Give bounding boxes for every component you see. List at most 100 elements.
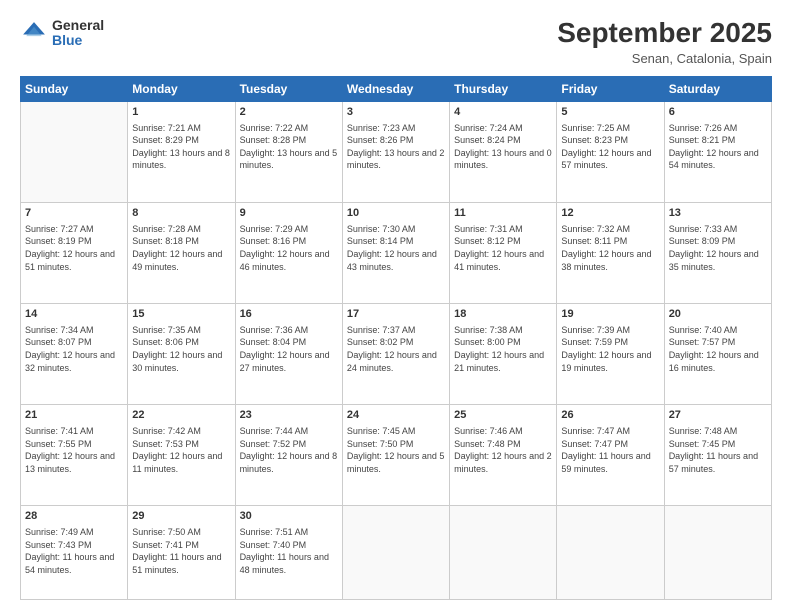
day-number: 14 — [25, 307, 123, 322]
weekday-header: Thursday — [450, 76, 557, 101]
day-detail: Sunrise: 7:35 AMSunset: 8:06 PMDaylight:… — [132, 324, 230, 374]
day-detail: Sunrise: 7:32 AMSunset: 8:11 PMDaylight:… — [561, 223, 659, 273]
calendar-cell — [21, 101, 128, 202]
day-detail: Sunrise: 7:39 AMSunset: 7:59 PMDaylight:… — [561, 324, 659, 374]
day-number: 29 — [132, 509, 230, 524]
calendar-cell: 16 Sunrise: 7:36 AMSunset: 8:04 PMDayligh… — [235, 303, 342, 404]
day-number: 4 — [454, 105, 552, 120]
calendar-cell: 28 Sunrise: 7:49 AMSunset: 7:43 PMDayligh… — [21, 506, 128, 600]
calendar-cell: 21Sunrise: 7:41 AMSunset: 7:55 PMDayligh… — [21, 405, 128, 506]
calendar-cell: 29 Sunrise: 7:50 AMSunset: 7:41 PMDayligh… — [128, 506, 235, 600]
day-number: 3 — [347, 105, 445, 120]
day-detail: Sunrise: 7:36 AMSunset: 8:04 PMDaylight:… — [240, 324, 338, 374]
weekday-header: Friday — [557, 76, 664, 101]
day-detail: Sunrise: 7:31 AMSunset: 8:12 PMDaylight:… — [454, 223, 552, 273]
calendar-week-row: 7 Sunrise: 7:27 AMSunset: 8:19 PMDaylight… — [21, 202, 772, 303]
day-number: 28 — [25, 509, 123, 524]
day-detail: Sunrise: 7:45 AMSunset: 7:50 PMDaylight:… — [347, 425, 445, 475]
day-detail: Sunrise: 7:50 AMSunset: 7:41 PMDaylight:… — [132, 526, 230, 576]
calendar-cell: 17 Sunrise: 7:37 AMSunset: 8:02 PMDayligh… — [342, 303, 449, 404]
day-number: 23 — [240, 408, 338, 423]
calendar-cell: 5 Sunrise: 7:25 AMSunset: 8:23 PMDaylight… — [557, 101, 664, 202]
day-number: 10 — [347, 206, 445, 221]
calendar-cell: 2Sunrise: 7:22 AMSunset: 8:28 PMDaylight… — [235, 101, 342, 202]
day-number: 16 — [240, 307, 338, 322]
day-number: 30 — [240, 509, 338, 524]
calendar-cell: 27 Sunrise: 7:48 AMSunset: 7:45 PMDayligh… — [664, 405, 771, 506]
weekday-header: Sunday — [21, 76, 128, 101]
subtitle: Senan, Catalonia, Spain — [557, 51, 772, 66]
day-number: 26 — [561, 408, 659, 423]
day-detail: Sunrise: 7:47 AMSunset: 7:47 PMDaylight:… — [561, 425, 659, 475]
day-number: 15 — [132, 307, 230, 322]
day-number: 24 — [347, 408, 445, 423]
day-detail: Sunrise: 7:37 AMSunset: 8:02 PMDaylight:… — [347, 324, 445, 374]
calendar-cell: 8 Sunrise: 7:28 AMSunset: 8:18 PMDaylight… — [128, 202, 235, 303]
day-number: 11 — [454, 206, 552, 221]
day-number: 2 — [240, 105, 338, 120]
day-detail: Sunrise: 7:27 AMSunset: 8:19 PMDaylight:… — [25, 223, 123, 273]
day-detail: Sunrise: 7:49 AMSunset: 7:43 PMDaylight:… — [25, 526, 123, 576]
day-number: 6 — [669, 105, 767, 120]
calendar-cell: 14 Sunrise: 7:34 AMSunset: 8:07 PMDayligh… — [21, 303, 128, 404]
calendar-cell: 7 Sunrise: 7:27 AMSunset: 8:19 PMDaylight… — [21, 202, 128, 303]
calendar-cell: 4 Sunrise: 7:24 AMSunset: 8:24 PMDaylight… — [450, 101, 557, 202]
day-number: 19 — [561, 307, 659, 322]
day-number: 25 — [454, 408, 552, 423]
calendar-cell: 24 Sunrise: 7:45 AMSunset: 7:50 PMDayligh… — [342, 405, 449, 506]
calendar-cell: 1Sunrise: 7:21 AMSunset: 8:29 PMDaylight… — [128, 101, 235, 202]
day-detail: Sunrise: 7:40 AMSunset: 7:57 PMDaylight:… — [669, 324, 767, 374]
calendar-cell: 23Sunrise: 7:44 AMSunset: 7:52 PMDayligh… — [235, 405, 342, 506]
calendar-cell: 3 Sunrise: 7:23 AMSunset: 8:26 PMDaylight… — [342, 101, 449, 202]
calendar-cell — [342, 506, 449, 600]
day-number: 18 — [454, 307, 552, 322]
calendar-cell: 15 Sunrise: 7:35 AMSunset: 8:06 PMDayligh… — [128, 303, 235, 404]
calendar-cell: 26 Sunrise: 7:47 AMSunset: 7:47 PMDayligh… — [557, 405, 664, 506]
calendar-week-row: 1Sunrise: 7:21 AMSunset: 8:29 PMDaylight… — [21, 101, 772, 202]
calendar-cell — [664, 506, 771, 600]
day-detail: Sunrise: 7:21 AMSunset: 8:29 PMDaylight:… — [132, 122, 230, 172]
calendar-cell: 20 Sunrise: 7:40 AMSunset: 7:57 PMDayligh… — [664, 303, 771, 404]
day-number: 9 — [240, 206, 338, 221]
logo: General Blue — [20, 18, 104, 49]
calendar-cell: 11 Sunrise: 7:31 AMSunset: 8:12 PMDayligh… — [450, 202, 557, 303]
calendar-header-row: SundayMondayTuesdayWednesdayThursdayFrid… — [21, 76, 772, 101]
day-detail: Sunrise: 7:33 AMSunset: 8:09 PMDaylight:… — [669, 223, 767, 273]
calendar-cell: 22Sunrise: 7:42 AMSunset: 7:53 PMDayligh… — [128, 405, 235, 506]
weekday-header: Saturday — [664, 76, 771, 101]
day-detail: Sunrise: 7:34 AMSunset: 8:07 PMDaylight:… — [25, 324, 123, 374]
calendar-cell: 6 Sunrise: 7:26 AMSunset: 8:21 PMDaylight… — [664, 101, 771, 202]
calendar-cell: 19 Sunrise: 7:39 AMSunset: 7:59 PMDayligh… — [557, 303, 664, 404]
day-detail: Sunrise: 7:30 AMSunset: 8:14 PMDaylight:… — [347, 223, 445, 273]
calendar-cell: 13Sunrise: 7:33 AMSunset: 8:09 PMDayligh… — [664, 202, 771, 303]
day-detail: Sunrise: 7:29 AMSunset: 8:16 PMDaylight:… — [240, 223, 338, 273]
calendar-week-row: 14 Sunrise: 7:34 AMSunset: 8:07 PMDayligh… — [21, 303, 772, 404]
logo-text: General Blue — [52, 18, 104, 49]
day-number: 17 — [347, 307, 445, 322]
day-detail: Sunrise: 7:28 AMSunset: 8:18 PMDaylight:… — [132, 223, 230, 273]
day-detail: Sunrise: 7:51 AMSunset: 7:40 PMDaylight:… — [240, 526, 338, 576]
calendar-week-row: 21Sunrise: 7:41 AMSunset: 7:55 PMDayligh… — [21, 405, 772, 506]
day-number: 20 — [669, 307, 767, 322]
day-number: 8 — [132, 206, 230, 221]
day-detail: Sunrise: 7:24 AMSunset: 8:24 PMDaylight:… — [454, 122, 552, 172]
page: General Blue September 2025 Senan, Catal… — [0, 0, 792, 612]
day-detail: Sunrise: 7:25 AMSunset: 8:23 PMDaylight:… — [561, 122, 659, 172]
day-detail: Sunrise: 7:26 AMSunset: 8:21 PMDaylight:… — [669, 122, 767, 172]
day-detail: Sunrise: 7:41 AMSunset: 7:55 PMDaylight:… — [25, 425, 123, 475]
day-detail: Sunrise: 7:48 AMSunset: 7:45 PMDaylight:… — [669, 425, 767, 475]
logo-icon — [20, 19, 48, 47]
calendar-cell: 18Sunrise: 7:38 AMSunset: 8:00 PMDayligh… — [450, 303, 557, 404]
day-detail: Sunrise: 7:46 AMSunset: 7:48 PMDaylight:… — [454, 425, 552, 475]
day-number: 27 — [669, 408, 767, 423]
title-block: September 2025 Senan, Catalonia, Spain — [557, 18, 772, 66]
logo-line2: Blue — [52, 33, 104, 48]
day-detail: Sunrise: 7:23 AMSunset: 8:26 PMDaylight:… — [347, 122, 445, 172]
day-number: 12 — [561, 206, 659, 221]
calendar-cell: 12 Sunrise: 7:32 AMSunset: 8:11 PMDayligh… — [557, 202, 664, 303]
weekday-header: Wednesday — [342, 76, 449, 101]
day-number: 7 — [25, 206, 123, 221]
calendar-cell: 30 Sunrise: 7:51 AMSunset: 7:40 PMDayligh… — [235, 506, 342, 600]
day-number: 5 — [561, 105, 659, 120]
calendar-cell: 9 Sunrise: 7:29 AMSunset: 8:16 PMDaylight… — [235, 202, 342, 303]
